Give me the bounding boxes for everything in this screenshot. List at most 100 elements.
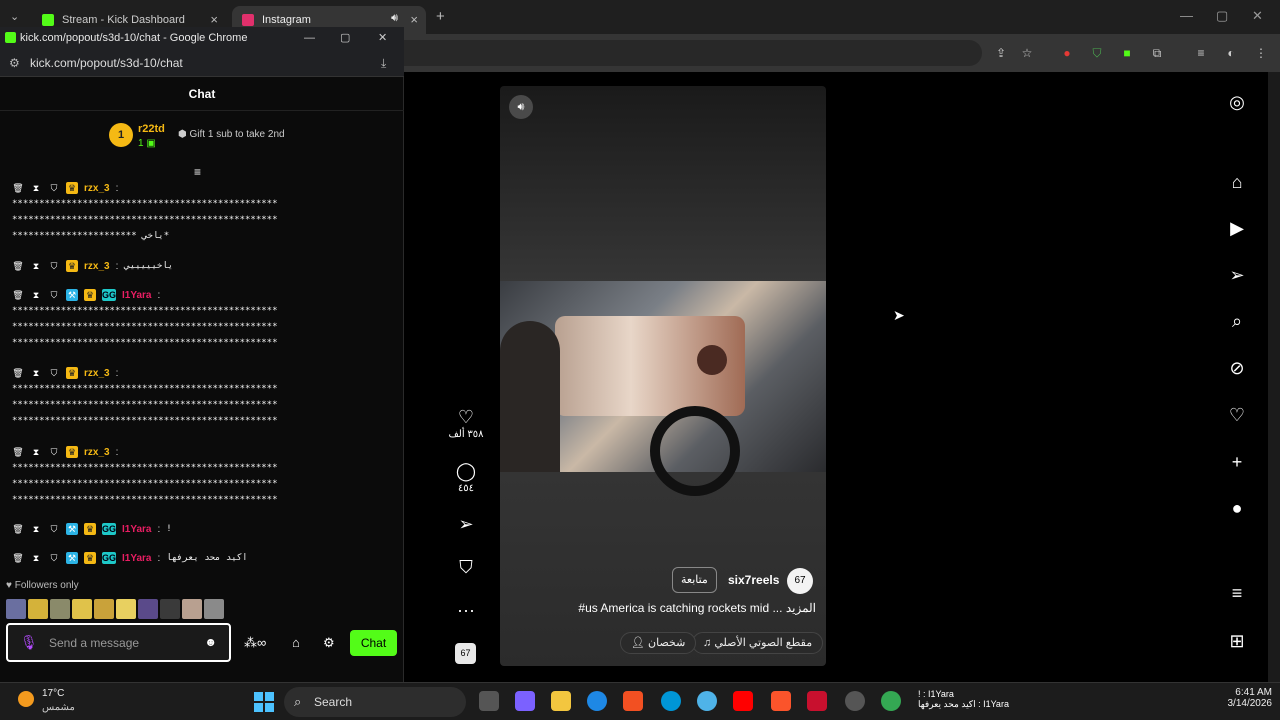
mute-toggle-icon[interactable]: 🔊︎ [509,95,533,119]
shield-icon[interactable]: ⛉ [48,446,60,458]
download-icon[interactable]: ⤓ [381,49,386,77]
chat-message[interactable]: 🗑︎ ⧗ ⛉ ♛ rzx_3: *****************************… [12,180,392,244]
delete-icon[interactable]: 🗑︎ [12,367,24,379]
minimize-icon[interactable]: — [1180,8,1193,23]
chat-username[interactable]: I1Yara [122,524,151,535]
more-menu-icon[interactable]: ≡ [1226,582,1248,604]
chat-username[interactable]: I1Yara [122,290,151,301]
reels-icon[interactable]: ▶ [1226,217,1248,239]
copilot-icon[interactable] [515,691,535,711]
chat-message[interactable]: 🗑︎ ⧗ ⛉ ♛ rzx_3: *****************************… [12,444,392,508]
emoji-icon[interactable]: ☻ [204,635,217,649]
chrome-icon[interactable] [881,691,901,711]
extension-red-icon[interactable]: ● [1060,46,1074,60]
mcafee-icon[interactable] [807,691,827,711]
avatar[interactable] [94,599,114,619]
chat-message[interactable]: 🗑︎ ⧗ ⛉ ♛ rzx_3: ياخيييييي [12,258,392,274]
site-info-icon[interactable]: ⚙ [9,49,20,77]
tagged-people-pill[interactable]: 👤︎ شخصان [620,632,697,654]
menu-dots-icon[interactable]: ⋮ [1254,46,1268,60]
shield-icon[interactable]: ⛉ [48,367,60,379]
hp-icon[interactable] [661,691,681,711]
avatar[interactable] [72,599,92,619]
avatar[interactable] [138,599,158,619]
pinned-expand-icon[interactable]: ≡ [194,165,201,179]
avatar[interactable] [204,599,224,619]
system-tray[interactable]: 6:41 AM 3/14/2026 [1228,687,1273,709]
comment-action[interactable]: ◯ ٤٥٤ [446,461,486,494]
close-window-icon[interactable]: ✕ [1252,8,1263,24]
chat-username[interactable]: rzx_3 [84,261,110,272]
avatar[interactable] [6,599,26,619]
profile-avatar-icon[interactable]: ◐ [1224,46,1238,60]
top-gifter-banner[interactable]: 1 r22td 1 ▣ ⬢ Gift 1 sub to take 2nd [109,123,299,155]
chat-username[interactable]: rzx_3 [84,368,110,379]
bookmark-star-icon[interactable]: ☆ [1020,46,1034,60]
chat-message[interactable]: 🗑︎ ⧗ ⛉ ⚒ ♛ GG I1Yara: اكيد محد يعرفها [12,550,392,566]
file-explorer-icon[interactable] [551,691,571,711]
speaker-icon[interactable]: 🔊︎ [391,12,398,25]
send-chat-button[interactable]: Chat [350,630,397,656]
chat-notification[interactable]: ! : I1Yara اكيد محد يعرفها : I1Yara [918,689,1009,710]
task-view-icon[interactable] [479,691,499,711]
messages-icon[interactable]: ➢ [1226,264,1248,286]
timeout-icon[interactable]: ⧗ [30,523,42,535]
shield-icon[interactable]: ⛉ [48,523,60,535]
reel-caption[interactable]: #us America is catching rockets mid ... … [566,601,816,615]
audio-pill[interactable]: ♫ مقطع الصوتي الأصلي [692,632,824,654]
share-action[interactable]: ➢ [446,514,486,534]
popout-url-bar[interactable]: ⚙ kick.com/popout/s3d-10/chat ⤓ [0,49,404,77]
store-icon[interactable]: ⌂ [292,635,300,650]
delete-icon[interactable]: 🗑︎ [12,523,24,535]
microphone-icon[interactable]: 🎙︎ [20,634,38,651]
timeout-icon[interactable]: ⧗ [30,289,42,301]
more-options[interactable]: ··· [446,600,486,620]
comment-icon[interactable]: ◯ [446,461,486,481]
chat-username[interactable]: rzx_3 [84,447,110,458]
instagram-logo-icon[interactable]: ◎ [1226,91,1248,113]
like-action[interactable]: ♡ ٣٥٨ ألف [446,407,486,440]
chat-message-input[interactable]: 🎙︎ Send a message ☻ [6,623,231,662]
follow-button[interactable]: متابعة [672,567,717,593]
timeout-icon[interactable]: ⧗ [30,182,42,194]
avatar[interactable] [28,599,48,619]
install-app-icon[interactable]: ⇪ [994,46,1008,60]
media-control-icon[interactable]: ≡ [1194,46,1208,60]
author-avatar[interactable]: 67 [787,568,813,594]
timeout-icon[interactable]: ⧗ [30,552,42,564]
timeout-icon[interactable]: ⧗ [30,260,42,272]
author-name[interactable]: six7reels [728,573,779,587]
delete-icon[interactable]: 🗑︎ [12,182,24,194]
close-window-icon[interactable]: ✕ [378,27,387,49]
edge-icon[interactable] [587,691,607,711]
shield-icon[interactable]: ⛉ [48,552,60,564]
more-dots-icon[interactable]: ··· [446,600,486,620]
send-icon[interactable]: ➢ [446,514,486,534]
close-tab-icon[interactable]: × [410,12,418,27]
close-tab-icon[interactable]: × [210,12,218,27]
avatar[interactable] [160,599,180,619]
chat-message[interactable]: 🗑︎ ⧗ ⛉ ⚒ ♛ GG I1Yara:! [12,521,392,537]
shield-icon[interactable]: ⛉ [48,182,60,194]
extensions-puzzle-icon[interactable]: ⧉ [1150,46,1164,60]
extension-green-icon[interactable]: ■ [1120,46,1134,60]
minimize-icon[interactable]: — [304,27,315,49]
delete-icon[interactable]: 🗑︎ [12,446,24,458]
shield-icon[interactable]: ⛉ [1090,46,1104,60]
create-plus-icon[interactable]: + [1226,451,1248,473]
page-scrollbar[interactable] [1268,72,1280,682]
home-icon[interactable]: ⌂ [1226,171,1248,193]
maximize-icon[interactable]: ▢ [1216,8,1228,24]
profile-icon[interactable]: ● [1226,497,1248,519]
chat-username[interactable]: rzx_3 [84,183,110,194]
brave-icon[interactable] [771,691,791,711]
chat-username[interactable]: I1Yara [122,553,151,564]
obs-icon[interactable] [845,691,865,711]
chat-message[interactable]: 🗑︎ ⧗ ⛉ ⚒ ♛ GG I1Yara: *************************… [12,287,392,351]
audio-thumbnail[interactable]: 67 [455,643,476,664]
delete-icon[interactable]: 🗑︎ [12,289,24,301]
chat-message[interactable]: 🗑︎ ⧗ ⛉ ♛ rzx_3: *****************************… [12,365,392,429]
apps-grid-icon[interactable]: ⊞ [1226,630,1248,652]
youtube-icon[interactable] [733,691,753,711]
address-bar[interactable] [404,40,982,66]
